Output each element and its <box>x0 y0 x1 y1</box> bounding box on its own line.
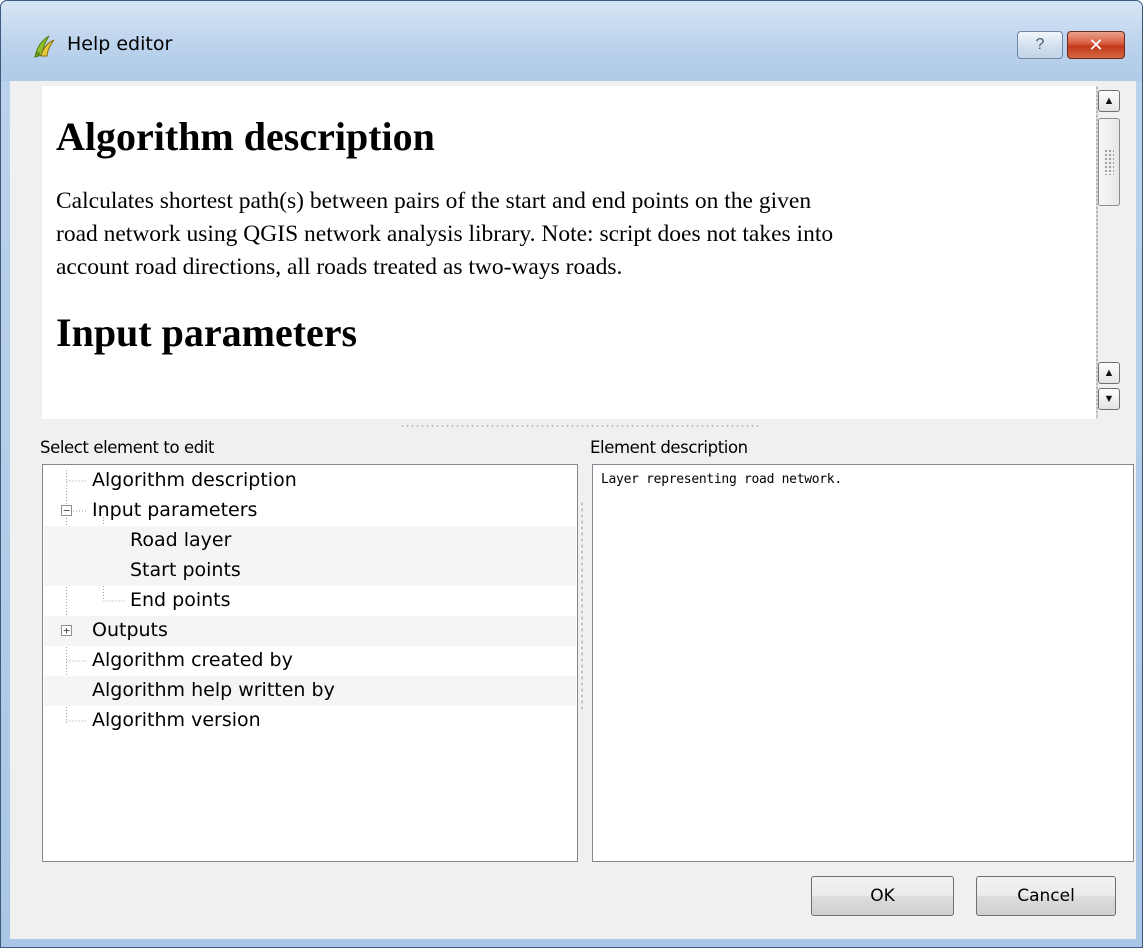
preview-scrollbar[interactable]: ▲ ▲ ▼ <box>1096 86 1122 419</box>
tree-item-label: Algorithm version <box>92 709 261 731</box>
tree-item-label: Algorithm help written by <box>92 679 335 701</box>
tree-item-label: Algorithm description <box>92 469 297 491</box>
help-editor-window: Help editor ? ✕ Algorithm description Ca… <box>0 0 1143 948</box>
tree-item[interactable]: Start points <box>44 556 576 586</box>
expand-icon[interactable]: + <box>61 625 72 636</box>
grip-icon <box>1104 149 1114 175</box>
tree-item[interactable]: Algorithm description <box>44 466 576 496</box>
scroll-down-button[interactable]: ▼ <box>1098 388 1120 410</box>
tree-item[interactable]: Algorithm help written by <box>44 676 576 706</box>
ok-button[interactable]: OK <box>811 876 954 916</box>
tree-item[interactable]: Road layer <box>44 526 576 556</box>
element-description-editor[interactable]: Layer representing road network. <box>592 464 1134 862</box>
preview-paragraph-line: Calculates shortest path(s) between pair… <box>56 188 812 214</box>
scroll-up-button[interactable]: ▲ <box>1098 90 1120 112</box>
description-panel-label: Element description <box>590 438 748 457</box>
tree-item[interactable]: Algorithm version <box>44 706 576 736</box>
tree-item[interactable]: − Input parameters <box>44 496 576 526</box>
horizontal-splitter-handle[interactable] <box>400 424 760 428</box>
preview-content: Algorithm description Calculates shortes… <box>56 112 1086 358</box>
tree-item[interactable]: + Outputs <box>44 616 576 646</box>
scroll-thumb[interactable] <box>1098 118 1120 206</box>
description-text[interactable]: Layer representing road network. <box>601 472 842 487</box>
element-tree[interactable]: Algorithm description − Input parameters… <box>42 464 578 862</box>
vertical-splitter-handle[interactable] <box>580 501 584 711</box>
close-button[interactable]: ✕ <box>1067 31 1125 59</box>
collapse-icon[interactable]: − <box>61 505 72 516</box>
preview-heading-algorithm-description: Algorithm description <box>56 114 435 159</box>
dialog-client-area: Algorithm description Calculates shortes… <box>10 81 1136 939</box>
preview-paragraph-line: account road directions, all roads treat… <box>56 254 623 280</box>
tree-item-label: End points <box>130 589 231 611</box>
title-bar[interactable]: Help editor ? ✕ <box>1 1 1142 81</box>
cancel-button[interactable]: Cancel <box>976 876 1116 916</box>
window-title: Help editor <box>67 33 173 55</box>
tree-item-label: Start points <box>130 559 241 581</box>
preview-paragraph-line: road network using QGIS network analysis… <box>56 221 834 247</box>
tree-item-label: Road layer <box>130 529 232 551</box>
tree-item[interactable]: Algorithm created by <box>44 646 576 676</box>
help-preview[interactable]: Algorithm description Calculates shortes… <box>42 86 1122 419</box>
tree-item-label: Input parameters <box>92 499 258 521</box>
qgis-app-icon <box>34 35 55 58</box>
tree-item-label: Algorithm created by <box>92 649 293 671</box>
scroll-line-up-button[interactable]: ▲ <box>1098 362 1120 384</box>
tree-panel-label: Select element to edit <box>40 438 215 457</box>
preview-heading-input-parameters: Input parameters <box>56 310 358 355</box>
help-button[interactable]: ? <box>1017 31 1063 59</box>
tree-item-label: Outputs <box>92 619 168 641</box>
preview-paragraph: Calculates shortest path(s) between pair… <box>56 185 1086 284</box>
tree-item[interactable]: End points <box>44 586 576 616</box>
